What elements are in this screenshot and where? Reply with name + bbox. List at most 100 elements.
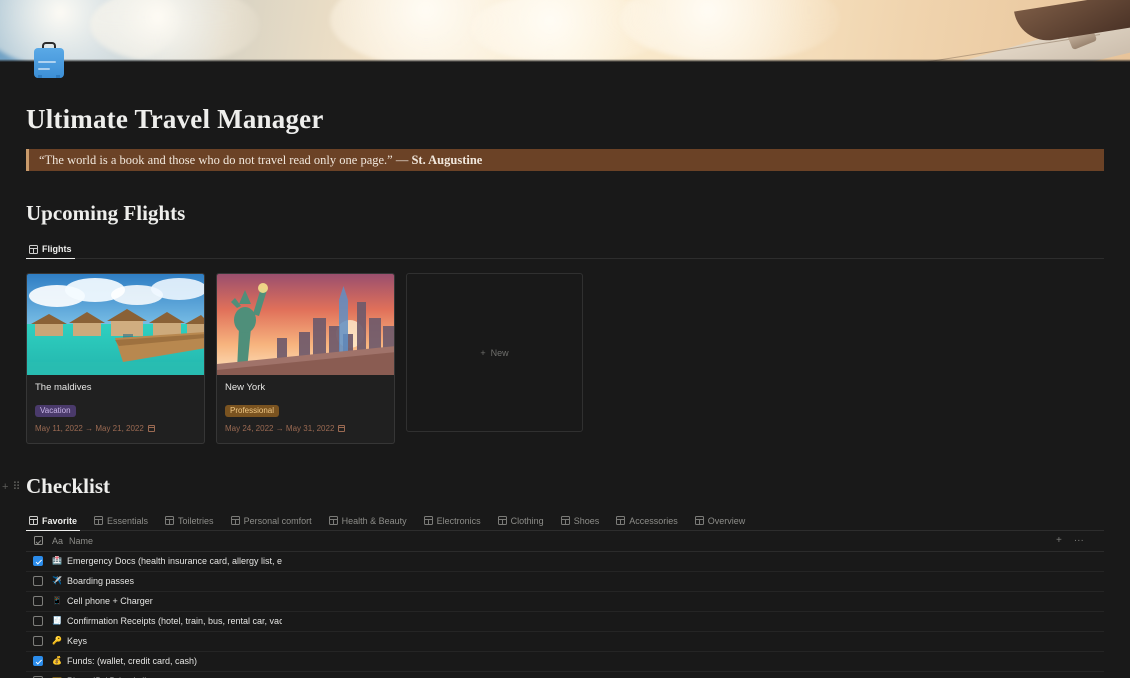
plus-icon: + (480, 347, 486, 358)
row-checkbox[interactable] (33, 636, 43, 646)
tab-label: Essentials (107, 515, 149, 526)
tab-electronics[interactable]: Electronics (421, 516, 484, 531)
card-date-range: May 24, 2022 → May 31, 2022 (225, 424, 386, 433)
table-grid-icon (423, 516, 433, 525)
table-grid-icon (29, 244, 38, 254)
row-name-cell[interactable]: ✈️ Boarding passes (50, 576, 1104, 586)
row-emoji-icon: 🧾 (52, 616, 62, 625)
quote-author: St. Augustine (411, 152, 483, 167)
row-checkbox-cell[interactable] (26, 576, 50, 586)
flights-gallery: The maldives Vacation May 11, 2022 → May… (26, 273, 1104, 444)
table-header-row: Aa Name + ··· (26, 531, 1104, 552)
cloud-shape (90, 0, 260, 62)
card-body: The maldives Vacation May 11, 2022 → May… (27, 375, 204, 443)
add-column-button[interactable]: + (1056, 535, 1062, 546)
card-title: New York (225, 382, 266, 393)
tab-toiletries[interactable]: Toiletries (162, 516, 217, 531)
page-title[interactable]: Ultimate Travel Manager (26, 104, 1104, 135)
card-date-text: May 11, 2022 → May 21, 2022 (35, 423, 144, 433)
new-card-button[interactable]: + New (406, 273, 583, 432)
table-grid-icon (29, 516, 38, 525)
table-row[interactable]: 🧾 Confirmation Receipts (hotel, train, b… (26, 612, 1104, 632)
row-checkbox-cell[interactable] (26, 596, 50, 606)
tab-personal-comfort[interactable]: Personal comfort (228, 516, 315, 531)
gallery-card[interactable]: New York Professional May 24, 2022 → May… (216, 273, 395, 444)
table-grid-icon (328, 516, 338, 525)
table-row[interactable]: 🔑 Keys (26, 632, 1104, 652)
table-row[interactable]: 📱 Cell phone + Charger (26, 592, 1104, 612)
table-row[interactable]: ✈️ Boarding passes (26, 572, 1104, 592)
checklist-database-tabs: Favorite Essentials Toiletries Personal … (26, 511, 1104, 531)
card-image-maldives (27, 274, 204, 375)
tab-label: Electronics (436, 515, 481, 526)
table-row[interactable]: 💰 Funds: (wallet, credit card, cash) (26, 652, 1104, 672)
upcoming-flights-heading[interactable]: Upcoming Flights (26, 201, 1104, 226)
suitcase-stripe (38, 61, 56, 63)
tab-essentials[interactable]: Essentials (91, 516, 151, 531)
row-checkbox[interactable] (33, 596, 43, 606)
checklist-heading[interactable]: Checklist (26, 474, 1104, 499)
row-name-cell[interactable]: 📱 Cell phone + Charger (50, 596, 1104, 606)
suitcase-icon[interactable] (26, 36, 72, 82)
row-emoji-icon: 🔑 (52, 636, 62, 645)
quote-text: “The world is a book and those who do no… (39, 153, 482, 168)
cover-fade (0, 59, 1130, 62)
table-grid-icon (497, 516, 507, 525)
row-label: Confirmation Receipts (hotel, train, bus… (66, 616, 282, 626)
row-name-cell[interactable]: 🏥 Emergency Docs (health insurance card,… (50, 556, 1104, 566)
cloud-shape (620, 0, 840, 62)
row-checkbox-cell[interactable] (26, 636, 50, 646)
table-grid-icon (94, 516, 104, 525)
row-checkbox-cell[interactable] (26, 556, 50, 566)
tab-label: Health & Beauty (341, 515, 407, 526)
table-grid-icon (230, 516, 240, 525)
tab-flights[interactable]: Flights (26, 244, 75, 259)
row-name-cell[interactable]: 💰 Funds: (wallet, credit card, cash) (50, 656, 1104, 666)
drag-handle-icon[interactable]: ⠿ (12, 481, 20, 493)
tab-label: Accessories (629, 515, 678, 526)
text-type-icon: Aa (52, 535, 64, 546)
row-checkbox-cell[interactable] (26, 656, 50, 666)
tab-health-beauty[interactable]: Health & Beauty (326, 516, 410, 531)
tab-overview[interactable]: Overview (692, 516, 749, 531)
row-name-cell[interactable]: 🧾 Confirmation Receipts (hotel, train, b… (50, 616, 1104, 626)
suitcase-body (34, 48, 64, 78)
table-row[interactable]: 🎫 Photo ID / Driver's license (26, 672, 1104, 678)
tab-label: Clothing (510, 515, 544, 526)
block-gutter-controls: + ⠿ (2, 481, 21, 493)
flights-database-tabs: Flights (26, 238, 1104, 259)
row-checkbox[interactable] (33, 576, 43, 586)
card-tag: Professional (225, 404, 280, 417)
suitcase-wheel (38, 75, 42, 78)
row-emoji-icon: 💰 (52, 656, 62, 665)
row-label: Keys (66, 636, 87, 646)
row-checkbox[interactable] (33, 556, 43, 566)
add-block-icon[interactable]: + (2, 481, 8, 493)
card-body: New York Professional May 24, 2022 → May… (217, 375, 394, 443)
suitcase-wheel (56, 75, 60, 78)
calendar-icon (338, 424, 346, 432)
tab-shoes[interactable]: Shoes (558, 516, 603, 531)
card-date-text: May 24, 2022 → May 31, 2022 (225, 423, 335, 433)
checklist-table: Aa Name + ··· 🏥 Emergency Docs (health i… (26, 531, 1104, 678)
column-header-name[interactable]: Aa Name (50, 536, 1056, 546)
quote-callout[interactable]: “The world is a book and those who do no… (26, 149, 1104, 171)
table-row[interactable]: 🏥 Emergency Docs (health insurance card,… (26, 552, 1104, 572)
row-name-cell[interactable]: 🔑 Keys (50, 636, 1104, 646)
tab-accessories[interactable]: Accessories (613, 516, 681, 531)
quote-body: “The world is a book and those who do no… (39, 152, 412, 167)
row-checkbox[interactable] (33, 656, 43, 666)
row-emoji-icon: ✈️ (52, 576, 62, 585)
page-cover-image[interactable] (0, 0, 1130, 62)
row-emoji-icon: 📱 (52, 596, 62, 605)
more-options-button[interactable]: ··· (1074, 535, 1084, 546)
row-checkbox[interactable] (33, 616, 43, 626)
row-checkbox-cell[interactable] (26, 616, 50, 626)
calendar-icon (147, 424, 155, 432)
row-label: Boarding passes (66, 576, 135, 586)
card-title: The maldives (35, 382, 92, 393)
column-header-checkbox[interactable] (26, 536, 50, 545)
tab-favorite[interactable]: Favorite (26, 516, 81, 531)
tab-clothing[interactable]: Clothing (495, 516, 547, 531)
gallery-card[interactable]: The maldives Vacation May 11, 2022 → May… (26, 273, 205, 444)
